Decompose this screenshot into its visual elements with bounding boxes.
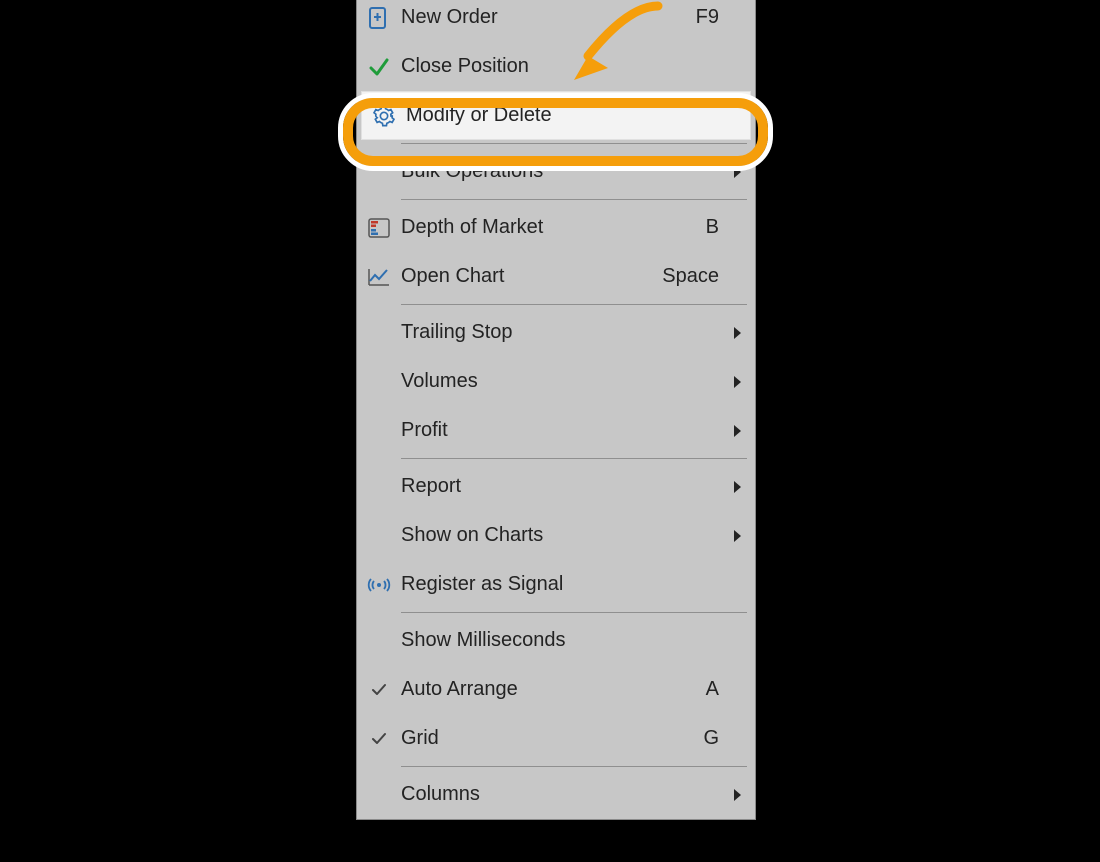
menu-item-shortcut: A: [659, 678, 719, 701]
menu-item-report[interactable]: Report: [357, 462, 755, 511]
menu-item-volumes[interactable]: Volumes: [357, 357, 755, 406]
menu-separator: [401, 612, 747, 613]
menu-item-label: Report: [401, 475, 719, 498]
menu-item-show-milliseconds[interactable]: Show Milliseconds: [357, 616, 755, 665]
menu-item-profit[interactable]: Profit: [357, 406, 755, 455]
menu-separator: [401, 143, 747, 144]
menu-item-shortcut: F9: [659, 6, 719, 29]
menu-item-columns[interactable]: Columns: [357, 770, 755, 819]
chart-line-icon: [357, 267, 401, 287]
menu-item-label: Grid: [401, 727, 659, 750]
menu-item-depth-of-market[interactable]: Depth of MarketB: [357, 203, 755, 252]
menu-item-bulk-operations[interactable]: Bulk Operations: [357, 147, 755, 196]
menu-item-label: Open Chart: [401, 265, 659, 288]
menu-item-label: Show on Charts: [401, 524, 719, 547]
signal-icon: [357, 577, 401, 593]
submenu-arrow-icon: [719, 424, 743, 438]
menu-item-open-chart[interactable]: Open ChartSpace: [357, 252, 755, 301]
menu-item-show-on-charts[interactable]: Show on Charts: [357, 511, 755, 560]
menu-item-label: Volumes: [401, 370, 719, 393]
menu-item-label: Bulk Operations: [401, 160, 719, 183]
depth-icon: [357, 218, 401, 238]
menu-item-shortcut: Space: [659, 265, 719, 288]
submenu-arrow-icon: [719, 788, 743, 802]
submenu-arrow-icon: [719, 165, 743, 179]
menu-item-label: Register as Signal: [401, 573, 719, 596]
menu-item-grid[interactable]: GridG: [357, 714, 755, 763]
submenu-arrow-icon: [719, 326, 743, 340]
gear-blue-icon: [362, 105, 406, 127]
context-menu: New OrderF9Close PositionModify or Delet…: [356, 0, 756, 820]
plus-doc-icon: [357, 7, 401, 29]
menu-item-register-as-signal[interactable]: Register as Signal: [357, 560, 755, 609]
submenu-arrow-icon: [719, 375, 743, 389]
submenu-arrow-icon: [719, 529, 743, 543]
menu-item-label: Depth of Market: [401, 216, 659, 239]
submenu-arrow-icon: [719, 480, 743, 494]
menu-item-label: Show Milliseconds: [401, 629, 719, 652]
menu-item-auto-arrange[interactable]: Auto ArrangeA: [357, 665, 755, 714]
menu-item-shortcut: G: [659, 727, 719, 750]
menu-item-label: Modify or Delete: [406, 104, 714, 127]
menu-item-label: Auto Arrange: [401, 678, 659, 701]
menu-item-shortcut: B: [659, 216, 719, 239]
menu-separator: [401, 304, 747, 305]
menu-item-label: Columns: [401, 783, 719, 806]
menu-separator: [401, 458, 747, 459]
menu-separator: [401, 766, 747, 767]
checkmark-icon: [357, 681, 401, 699]
callout-arrow-icon: [548, 0, 668, 106]
check-green-icon: [357, 56, 401, 78]
menu-separator: [401, 199, 747, 200]
menu-item-trailing-stop[interactable]: Trailing Stop: [357, 308, 755, 357]
menu-item-label: Profit: [401, 419, 719, 442]
menu-item-label: Trailing Stop: [401, 321, 719, 344]
checkmark-icon: [357, 730, 401, 748]
